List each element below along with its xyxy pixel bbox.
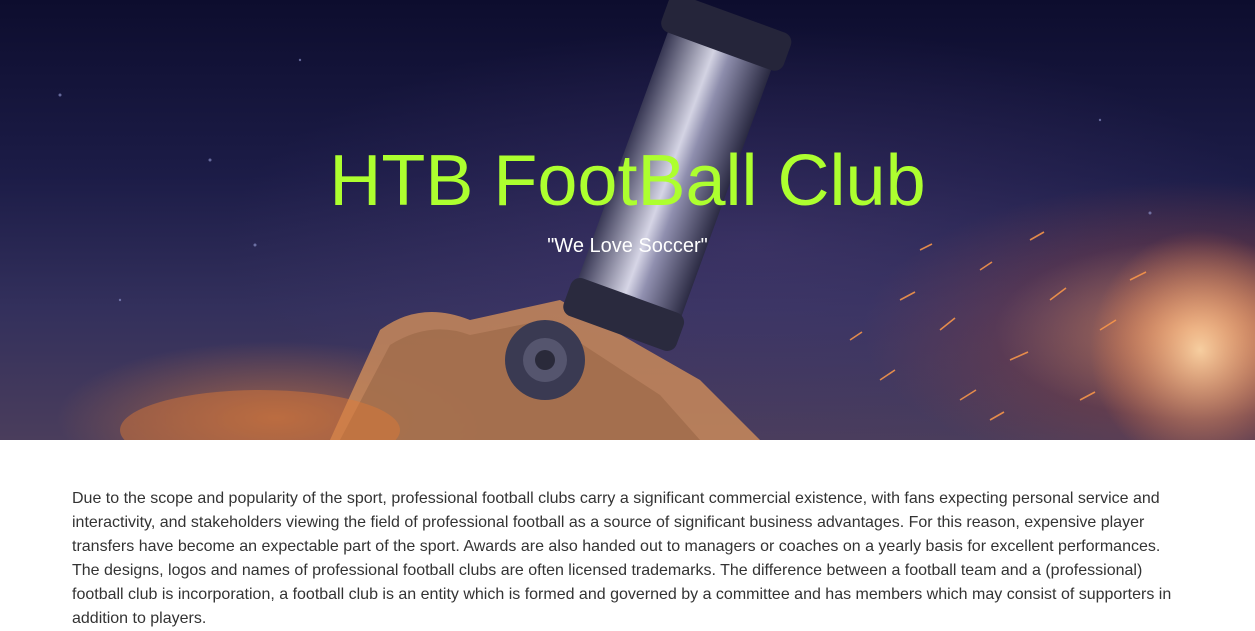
- tagline: "We Love Soccer": [547, 235, 708, 257]
- main-content: Due to the scope and popularity of the s…: [72, 487, 1182, 631]
- page-title: HTB FootBall Club: [329, 141, 926, 221]
- intro-paragraph: Due to the scope and popularity of the s…: [72, 490, 1172, 627]
- hero-banner: HTB FootBall Club "We Love Soccer": [0, 0, 1255, 440]
